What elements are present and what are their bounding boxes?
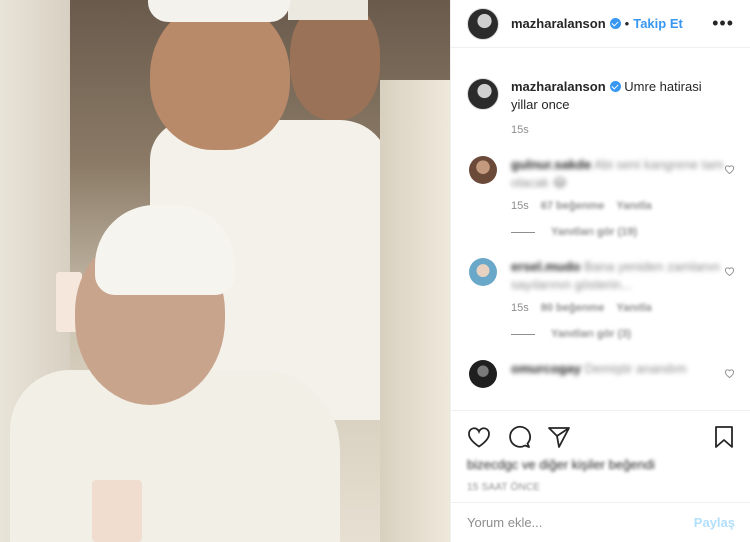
comment-meta: 15s 80 beğenme Yanıtla	[511, 302, 735, 314]
verified-badge-icon	[609, 81, 621, 92]
caption-avatar[interactable]	[467, 78, 499, 110]
photo-region-standing-man-cap	[148, 0, 290, 22]
follow-button[interactable]: Takip Et	[633, 16, 683, 31]
separator-dot: •	[624, 16, 630, 31]
add-comment-bar: Paylaş	[451, 502, 750, 542]
comment-time: 15s	[511, 200, 529, 212]
comment-username[interactable]: ersel.mudo	[511, 259, 580, 274]
comment-item: gulnur.sakde Abi seni kangrene tam olaca…	[467, 156, 735, 192]
comment-username[interactable]: omurcogay	[511, 361, 581, 376]
comment-username[interactable]: gulnur.sakde	[511, 157, 591, 172]
photo-region-background-cap	[288, 0, 368, 20]
comments-list[interactable]: mazharalanson Umre hatirasi yillar once …	[451, 48, 750, 410]
action-icons	[467, 419, 735, 455]
post-header: mazharalanson • Takip Et •••	[451, 0, 750, 48]
post-timestamp: 15 saat önce	[467, 482, 541, 493]
photo-region-right-cloth	[380, 80, 450, 542]
reply-button[interactable]: Yanıtla	[616, 302, 651, 314]
comment-likes[interactable]: 67 beğenme	[541, 200, 605, 212]
comment-avatar[interactable]	[469, 156, 497, 184]
header-username[interactable]: mazharalanson	[511, 16, 606, 31]
comment-time: 15s	[511, 302, 529, 314]
comment-text: omurcogay Demiştir anandım	[511, 360, 726, 388]
comment-avatar[interactable]	[469, 258, 497, 286]
like-comment-heart-icon[interactable]	[724, 164, 735, 174]
view-replies-label: Yanıtları gör (3)	[551, 328, 632, 340]
like-comment-heart-icon[interactable]	[724, 266, 735, 276]
comment-avatar[interactable]	[469, 360, 497, 388]
post-comment-button[interactable]: Paylaş	[694, 515, 735, 530]
caption: mazharalanson Umre hatirasi yillar once	[467, 78, 735, 114]
caption-username[interactable]: mazharalanson	[511, 79, 606, 94]
verified-badge-icon	[609, 18, 621, 29]
share-paper-plane-icon[interactable]	[547, 425, 571, 449]
comment-text: gulnur.sakde Abi seni kangrene tam olaca…	[511, 156, 726, 192]
save-bookmark-icon[interactable]	[713, 425, 735, 449]
post-photo[interactable]	[0, 0, 450, 542]
comment-body: Demiştir anandım	[584, 361, 687, 376]
post-side-panel: mazharalanson • Takip Et ••• mazharalans…	[450, 0, 750, 542]
like-comment-heart-icon[interactable]	[724, 368, 735, 378]
likes-summary[interactable]: bizecdgc ve diğer kişiler beğendi	[467, 457, 735, 472]
comment-bubble-icon[interactable]	[507, 425, 531, 449]
comment-item: omurcogay Demiştir anandım	[467, 360, 735, 388]
photo-region-cup-bottom	[92, 480, 142, 542]
instagram-post-modal: mazharalanson • Takip Et ••• mazharalans…	[0, 0, 750, 542]
view-replies-button[interactable]: Yanıtları gör (19)	[511, 226, 735, 238]
replies-divider	[511, 333, 535, 335]
view-replies-label: Yanıtları gör (19)	[551, 226, 638, 238]
more-options-icon[interactable]: •••	[712, 13, 734, 34]
replies-divider	[511, 231, 535, 233]
comment-likes[interactable]: 80 beğenme	[541, 302, 605, 314]
photo-region-standing-man-head	[150, 0, 290, 150]
photo-region-old-man-cap	[95, 205, 235, 295]
like-heart-icon[interactable]	[467, 426, 491, 448]
post-actions: bizecdgc ve diğer kişiler beğendi 15 saa…	[451, 410, 750, 493]
comment-item: ersel.mudo Bana yeniden zamlanın sayılar…	[467, 258, 735, 294]
view-replies-button[interactable]: Yanıtları gör (3)	[511, 328, 735, 340]
comment-text: ersel.mudo Bana yeniden zamlanın sayılar…	[511, 258, 726, 294]
caption-text: mazharalanson Umre hatirasi yillar once	[511, 78, 731, 114]
avatar[interactable]	[467, 7, 499, 40]
reply-button[interactable]: Yanıtla	[616, 200, 651, 212]
caption-time: 15s	[511, 124, 529, 136]
comment-meta: 15s 67 beğenme Yanıtla	[511, 200, 735, 212]
comment-input[interactable]	[467, 515, 694, 530]
